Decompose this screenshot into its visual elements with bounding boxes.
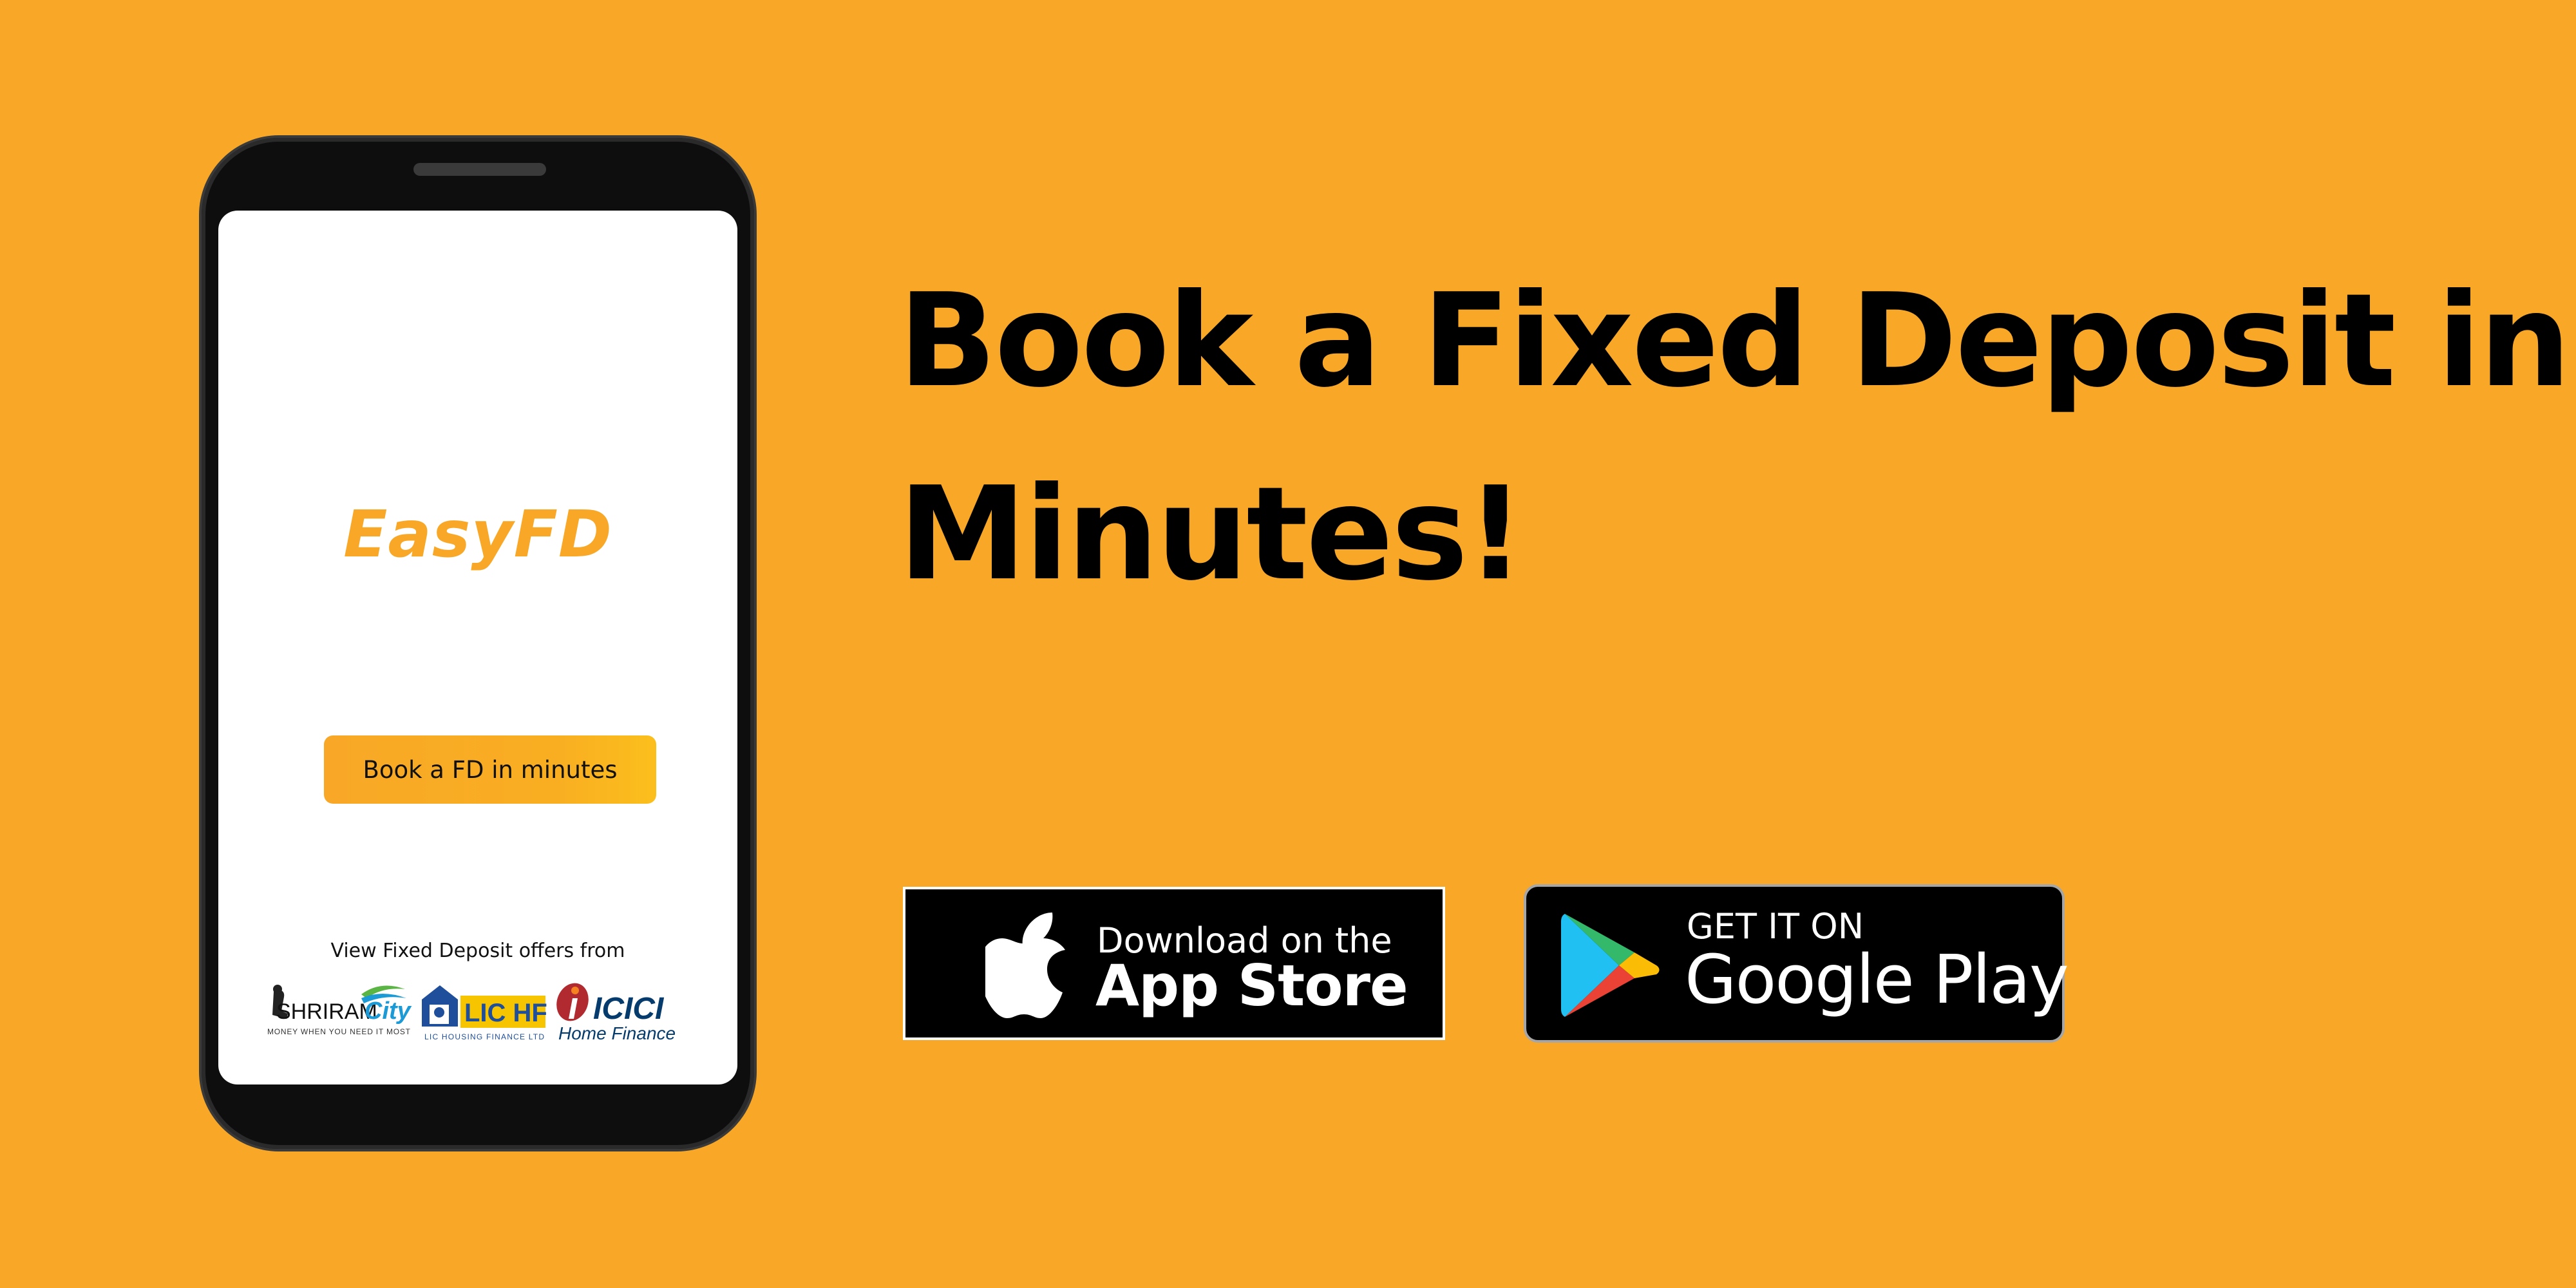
google-play-big-text: Google Play (1685, 940, 2069, 1019)
icici-subtitle: Home Finance (558, 1023, 676, 1043)
lic-wordmark: LIC HFL (464, 999, 548, 1027)
phone-speaker (413, 163, 546, 176)
book-fd-button[interactable]: Book a FD in minutes (324, 735, 656, 804)
phone-screen: EasyFD Book a FD in minutes View Fixed D… (218, 211, 737, 1084)
shriram-tagline: MONEY WHEN YOU NEED IT MOST (267, 1027, 411, 1036)
headline-line-1: Book a Fixed Deposit in (898, 266, 2571, 416)
lic-hfl-logo: LIC HFL LIC HOUSING FINANCE LTD (422, 985, 548, 1041)
google-play-badge[interactable]: GET IT ON Google Play (1524, 884, 2069, 1043)
lic-tagline: LIC HOUSING FINANCE LTD (424, 1032, 544, 1041)
headline: Book a Fixed Deposit in Minutes! (898, 245, 2571, 631)
shriram-city-logo: SHRIRAM City MONEY WHEN YOU NEED IT MOST (267, 985, 412, 1036)
offers-caption: View Fixed Deposit offers from (330, 940, 625, 962)
icici-wordmark: ICICI (593, 992, 665, 1026)
google-play-icon (1561, 914, 1660, 1017)
app-store-big-text: App Store (1095, 952, 1408, 1019)
city-wordmark: City (365, 998, 412, 1025)
headline-line-2: Minutes! (898, 459, 1525, 609)
icici-home-finance-logo: ICICI Home Finance (556, 983, 676, 1043)
shriram-wordmark: SHRIRAM (276, 999, 377, 1024)
apple-icon (985, 913, 1065, 1018)
app-store-badge[interactable]: Download on the App Store (903, 887, 1445, 1040)
phone-mockup: EasyFD Book a FD in minutes View Fixed D… (202, 138, 754, 1149)
app-logo: EasyFD (343, 497, 612, 572)
